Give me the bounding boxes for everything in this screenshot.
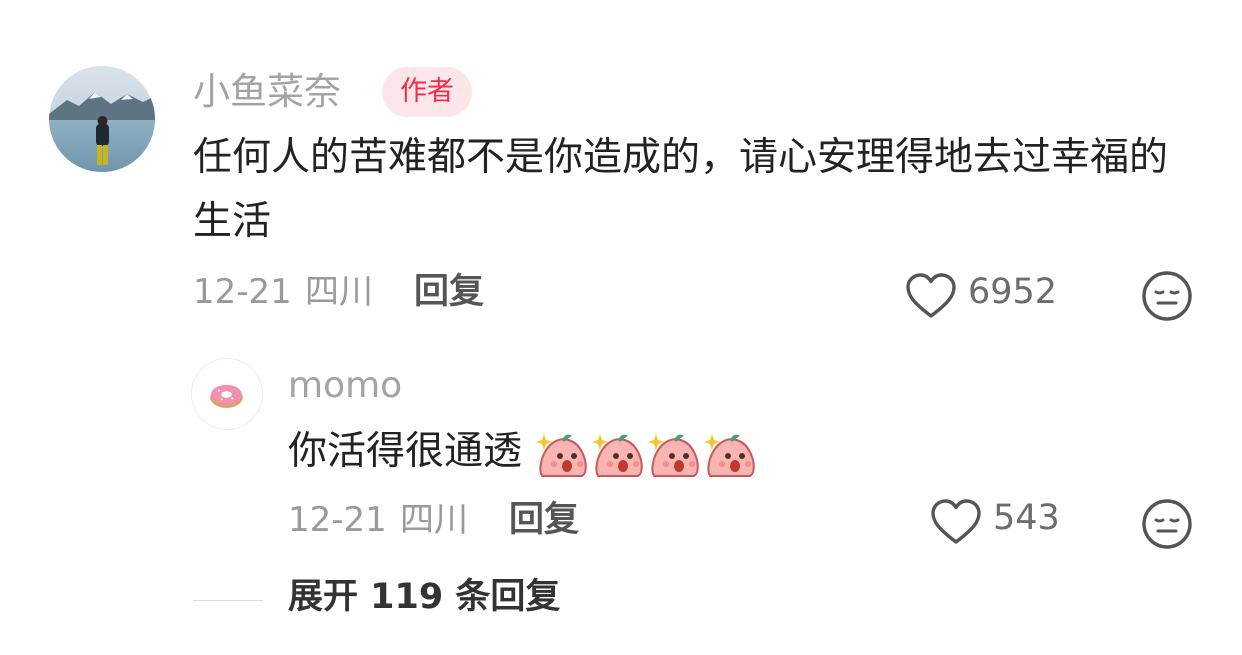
comment-location: 四川 — [305, 272, 373, 312]
reply-location: 四川 — [400, 500, 468, 540]
comment-text: 任何人的苦难都不是你造成的，请心安理得地去过幸福的生活 — [193, 135, 1169, 244]
heart-icon — [931, 499, 981, 544]
peach-blob-emoji — [536, 433, 588, 477]
peach-blob-emoji — [648, 433, 700, 477]
comment-like-button[interactable]: 6952 — [904, 270, 1064, 322]
reply-date: 12-21 — [288, 500, 387, 540]
reply-author-name[interactable]: momo — [288, 362, 402, 410]
reply-avatar[interactable] — [191, 358, 263, 430]
peach-blob-emoji — [704, 433, 756, 477]
neutral-face-icon — [1142, 499, 1192, 549]
comment-like-count: 6952 — [968, 272, 1058, 312]
expand-replies-button[interactable]: 展开 119 条回复 — [288, 575, 560, 619]
reply-reply-button[interactable]: 回复 — [509, 498, 579, 542]
comment-react-button[interactable] — [1141, 270, 1193, 322]
donut-avatar-icon — [192, 359, 261, 428]
avatar-landscape-image — [49, 66, 155, 172]
peach-blob-emoji — [592, 433, 644, 477]
comment-date: 12-21 — [193, 272, 292, 312]
comment-reply-button[interactable]: 回复 — [414, 270, 484, 314]
reply-text-row: 你活得很通透 — [288, 420, 758, 484]
author-avatar[interactable] — [49, 66, 155, 172]
reply-emojis — [522, 429, 758, 477]
reply-like-count: 543 — [993, 498, 1060, 538]
expand-divider — [193, 600, 263, 601]
reply-like-button[interactable]: 543 — [929, 496, 1064, 548]
reply-text: 你活得很通透 — [288, 429, 523, 474]
heart-icon — [906, 273, 956, 318]
neutral-face-icon — [1142, 271, 1192, 321]
comment-author-name[interactable]: 小鱼菜奈 — [193, 68, 341, 116]
reply-react-button[interactable] — [1141, 498, 1193, 550]
author-badge: 作者 — [382, 67, 472, 117]
